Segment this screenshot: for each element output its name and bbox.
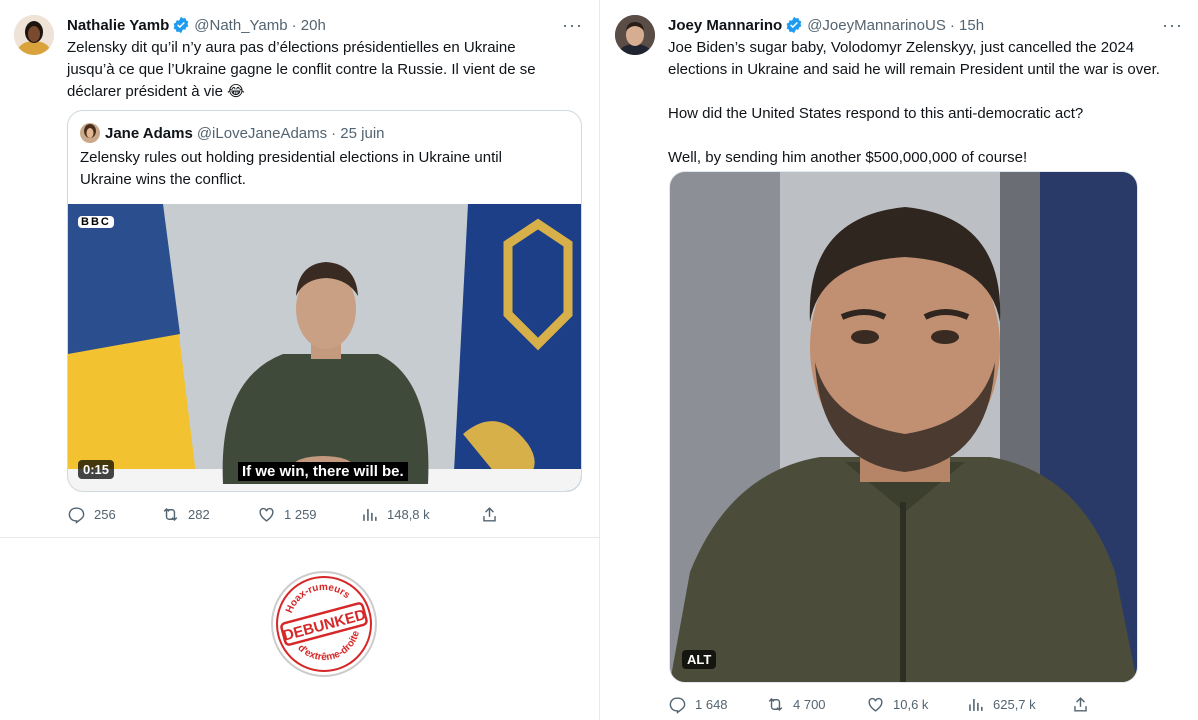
quoted-author-name[interactable]: Jane Adams: [105, 125, 193, 142]
tweet-header: Joey Mannarino @JoeyMannarinoUS · 15h: [668, 16, 984, 34]
views-chart-icon: [969, 698, 983, 711]
quoted-tweet-text: Zelensky rules out holding presidential …: [80, 147, 550, 191]
stamp-graphic: Hoax-rumeurs d'extrême-droite DEBUNKED: [271, 571, 377, 677]
tweet-text-line: Well, by sending him another $500,000,00…: [668, 149, 1028, 166]
tweet-text: Zelensky dit qu’il n’y aura pas d’électi…: [67, 37, 567, 103]
tweet-header: Nathalie Yamb @Nath_Yamb · 20h: [67, 16, 326, 34]
author-handle[interactable]: @Nath_Yamb: [194, 17, 287, 34]
tweet-text-line-wrap: déclarer président à vie 😂: [67, 81, 567, 103]
author-handle[interactable]: @JoeyMannarinoUS: [807, 17, 946, 34]
views-chart-icon: [363, 508, 377, 521]
avatar-nathalie-yamb[interactable]: [14, 15, 54, 55]
reply-icon: [669, 697, 686, 714]
tweet-divider: [0, 537, 599, 538]
share-icon: [1074, 697, 1087, 712]
reply-count: 1 648: [695, 697, 728, 712]
author-name[interactable]: Joey Mannarino: [668, 17, 782, 34]
tweet-photo[interactable]: ALT: [669, 171, 1138, 683]
tweet-timestamp[interactable]: · 15h: [950, 17, 984, 34]
retweet-button[interactable]: 4 700: [766, 695, 866, 714]
views-button[interactable]: 148,8 k: [360, 505, 480, 524]
alt-text-badge[interactable]: ALT: [682, 650, 717, 669]
share-icon: [483, 507, 496, 522]
avatar-image: [14, 15, 54, 55]
verified-badge-icon: [173, 16, 189, 34]
share-button[interactable]: [1071, 695, 1098, 714]
tweet-timestamp[interactable]: · 20h: [292, 17, 326, 34]
quoted-tweet-date: · 25 juin: [331, 124, 385, 142]
views-count: 625,7 k: [993, 697, 1036, 712]
quoted-text-line: Zelensky rules out holding presidential …: [80, 149, 502, 166]
portrait-image: [670, 172, 1137, 682]
views-button[interactable]: 625,7 k: [966, 695, 1071, 714]
more-options-icon[interactable]: ···: [1162, 16, 1183, 34]
laughing-emoji-icon: 😂: [227, 83, 245, 100]
retweet-button[interactable]: 282: [161, 505, 257, 524]
like-count: 1 259: [284, 507, 317, 522]
debunked-stamp: Hoax-rumeurs d'extrême-droite DEBUNKED: [268, 568, 380, 680]
author-name[interactable]: Nathalie Yamb: [67, 17, 169, 34]
like-count: 10,6 k: [893, 697, 929, 712]
broadcaster-logo: BBC: [78, 216, 114, 228]
reply-button[interactable]: 1 648: [668, 695, 766, 714]
retweet-count: 4 700: [793, 697, 826, 712]
tweet-text-line: Joe Biden’s sugar baby, Volodomyr Zelens…: [668, 39, 1135, 56]
tweet-text: Joe Biden’s sugar baby, Volodomyr Zelens…: [668, 37, 1188, 169]
tweet-actions: 1 648 4 700 10,6 k 625,7 k: [668, 695, 1098, 714]
avatar-joey-mannarino[interactable]: [615, 15, 655, 55]
reply-icon: [68, 507, 85, 524]
column-divider: [599, 0, 600, 720]
tweet-text-line: elections in Ukraine and said he will re…: [668, 61, 1160, 78]
video-frame: [68, 204, 581, 491]
like-button[interactable]: 1 259: [257, 505, 360, 524]
quoted-tweet-card[interactable]: Jane Adams @iLoveJaneAdams · 25 juin Zel…: [67, 110, 582, 492]
tweet-text-line: How did the United States respond to thi…: [668, 105, 1084, 122]
video-player[interactable]: BBC 0:15 If we win, there will be.: [68, 204, 581, 491]
share-button[interactable]: [480, 505, 507, 524]
tweet-text-line: déclarer président à vie: [67, 83, 223, 100]
quoted-text-line: Ukraine wins the conflict.: [80, 171, 246, 188]
retweet-icon: [163, 507, 178, 522]
heart-icon: [868, 697, 883, 712]
more-options-icon[interactable]: ···: [562, 16, 583, 34]
tweet-text-line: Zelensky dit qu’il n’y aura pas d’électi…: [67, 39, 516, 56]
reply-count: 256: [94, 507, 116, 522]
quoted-author-avatar[interactable]: [80, 123, 100, 143]
tweet-actions: 256 282 1 259 148,8 k: [67, 505, 507, 524]
reply-button[interactable]: 256: [67, 505, 161, 524]
tweet-text-line: jusqu’à ce que l’Ukraine gagne le confli…: [67, 61, 536, 78]
verified-badge-icon: [786, 16, 802, 34]
like-button[interactable]: 10,6 k: [866, 695, 966, 714]
retweet-icon: [768, 697, 783, 712]
video-duration: 0:15: [78, 460, 115, 479]
retweet-count: 282: [188, 507, 210, 522]
quoted-tweet-header: Jane Adams @iLoveJaneAdams · 25 juin: [80, 123, 385, 143]
video-subtitle: If we win, there will be.: [238, 462, 408, 481]
quoted-author-handle[interactable]: @iLoveJaneAdams: [197, 125, 327, 142]
heart-icon: [259, 507, 274, 522]
views-count: 148,8 k: [387, 507, 430, 522]
avatar-image: [615, 15, 655, 55]
